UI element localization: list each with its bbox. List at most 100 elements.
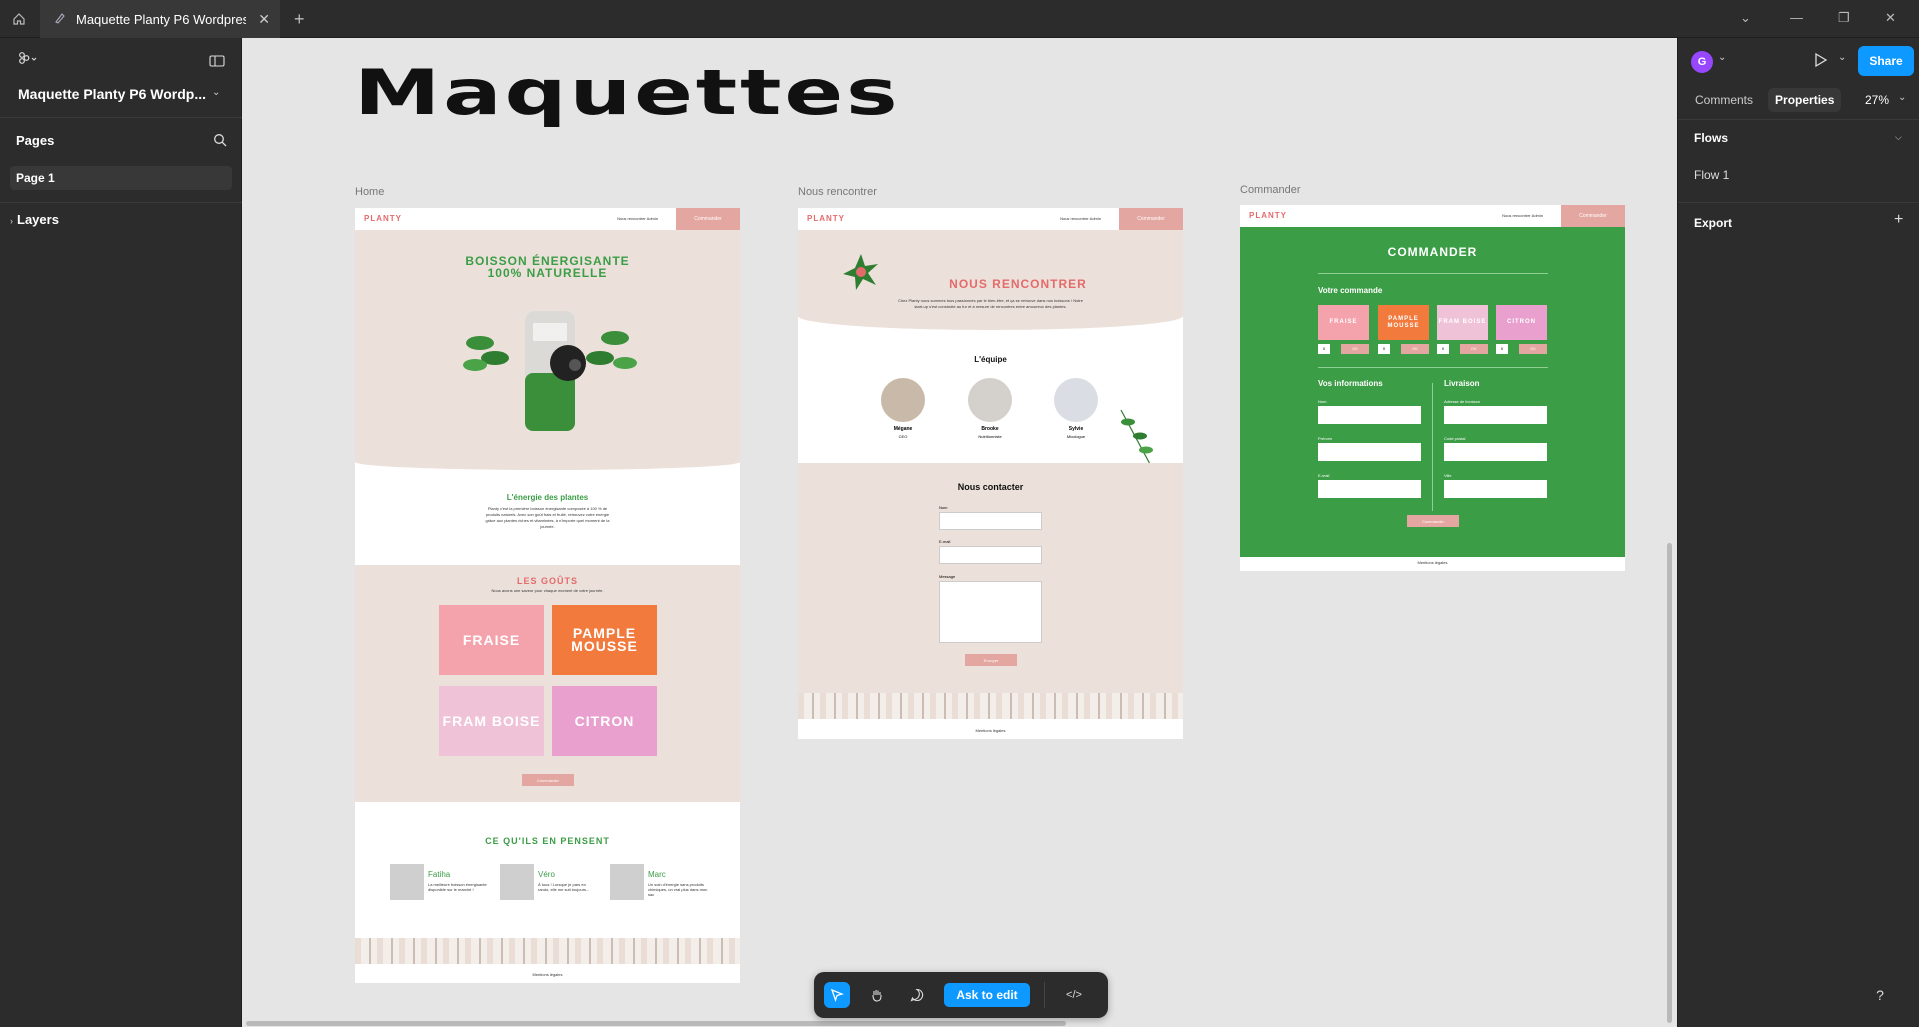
product-card-citron: CITRON (1496, 305, 1547, 340)
team-role: CEO (898, 434, 908, 439)
tab-comments[interactable]: Comments (1688, 88, 1760, 112)
qty-input: 0 (1496, 344, 1508, 354)
planty-logo: PLANTY (807, 214, 845, 223)
divider (1318, 273, 1548, 274)
flow-item[interactable]: Flow 1 (1694, 168, 1729, 182)
frame-order[interactable]: PLANTY Nous rencontrer Admin Commander C… (1240, 205, 1625, 571)
figma-file-icon (54, 12, 66, 27)
nav-order-button: Commander (676, 208, 740, 230)
help-icon[interactable]: ? (1866, 981, 1894, 1009)
review-name: Véro (538, 870, 555, 879)
qty-input: 0 (1437, 344, 1449, 354)
footer-legal: Mentions légales (975, 728, 1006, 733)
layers-header[interactable]: › Layers (10, 212, 59, 227)
message-field (939, 581, 1042, 643)
chevron-down-icon[interactable]: ⌄ (212, 87, 220, 98)
frame-nav: PLANTY Nous rencontrer Admin Commander (1240, 205, 1625, 227)
close-tab-icon[interactable]: ✕ (258, 11, 270, 28)
add-tab-icon[interactable]: + (294, 9, 305, 30)
restore-icon[interactable]: ❐ (1838, 10, 1850, 26)
chevron-down-icon[interactable]: ⌄ (1740, 10, 1751, 26)
page-item-page-1[interactable]: Page 1 (10, 166, 232, 190)
chevron-down-icon[interactable]: ⌄ (1718, 52, 1726, 63)
firstname-field (1318, 443, 1421, 461)
window-close-icon[interactable]: ✕ (1885, 10, 1896, 26)
about-intro: Chez Planty nous sommes tous passionnés … (898, 298, 1083, 309)
comment-tool-icon[interactable] (904, 982, 930, 1008)
vertical-scrollbar[interactable] (1667, 543, 1672, 1023)
hand-tool-icon[interactable] (864, 982, 890, 1008)
review-text: La meilleure boisson énergisante disponi… (428, 882, 487, 892)
cans-banner (355, 938, 740, 964)
qty-input: 0 (1378, 344, 1390, 354)
minimize-icon[interactable]: — (1790, 10, 1803, 25)
ok-button: OK (1401, 344, 1429, 354)
frame-home[interactable]: PLANTY Nous rencontrer Admin Commander B… (355, 208, 740, 983)
contact-title: Nous contacter (957, 482, 1024, 492)
field-label: Ville (1444, 473, 1452, 478)
order-subtitle: Votre commande (1318, 286, 1383, 295)
frame-about[interactable]: PLANTY Nous rencontrer Admin Commander N… (798, 208, 1183, 739)
review-text: À tous ! Lorsque je pars en rando, elle … (538, 882, 590, 892)
review-photo-vero (500, 864, 534, 900)
flavour-card-fraise: FRAISE (439, 605, 544, 675)
frame-label-order[interactable]: Commander (1240, 184, 1301, 196)
avatar[interactable]: G (1691, 51, 1713, 73)
divider (0, 117, 242, 118)
figma-menu-icon[interactable] (18, 52, 38, 71)
share-button[interactable]: Share (1858, 46, 1914, 76)
ask-to-edit-button[interactable]: Ask to edit (944, 983, 1030, 1007)
add-export-icon[interactable]: + (1894, 211, 1903, 229)
review-photo-marc (610, 864, 644, 900)
ok-button: OK (1519, 344, 1547, 354)
flavours-title: LES GOÛTS (516, 576, 578, 586)
planty-logo: PLANTY (364, 214, 402, 223)
divider (1432, 383, 1433, 511)
frame-nav: PLANTY Nous rencontrer Admin Commander (798, 208, 1183, 230)
play-icon[interactable] (1814, 52, 1828, 73)
leaf-illustration (1120, 409, 1153, 467)
search-icon[interactable] (213, 133, 227, 152)
tab-properties[interactable]: Properties (1768, 88, 1842, 112)
home-icon[interactable] (0, 0, 38, 38)
dev-mode-icon[interactable]: </> (1056, 982, 1092, 1008)
zoom-level[interactable]: 27% (1865, 93, 1889, 107)
chevron-down-icon[interactable]: ⌄ (1838, 52, 1846, 63)
canvas-title: Maquettes (354, 56, 901, 129)
field-label: Message (939, 574, 956, 579)
chevron-down-icon[interactable]: ⌄ (1898, 92, 1906, 103)
info-title: Vos informations (1318, 379, 1383, 388)
team-role: Nutritionniste (978, 434, 1002, 439)
frame-label-home[interactable]: Home (355, 186, 384, 198)
move-tool-icon[interactable] (824, 982, 850, 1008)
export-header: Export (1694, 216, 1733, 230)
footer-legal: Mentions légales (1417, 560, 1448, 565)
qty-input: 0 (1318, 344, 1330, 354)
team-title: L'équipe (974, 355, 1007, 364)
panel-toggle-icon[interactable] (209, 54, 225, 72)
field-label: Prénom (1318, 436, 1333, 441)
canvas[interactable]: Maquettes Home PLANTY Nous rencontrer Ad… (242, 38, 1677, 1027)
nav-order-button: Commander (1119, 208, 1183, 230)
horizontal-scrollbar[interactable] (246, 1021, 1066, 1026)
order-submit-button: Commander (1407, 515, 1459, 527)
file-title[interactable]: Maquette Planty P6 Wordp... (18, 86, 206, 102)
frame-label-about[interactable]: Nous rencontrer (798, 186, 877, 198)
energy-title: L'énergie des plantes (506, 493, 589, 502)
team-role: Mixologue (1066, 434, 1086, 439)
flavours-subtitle: Nous avons une saveur pour chaque moment… (491, 588, 604, 593)
divider (1678, 202, 1919, 203)
flavour-card-citron: CITRON (552, 686, 657, 756)
team-photo (1054, 378, 1098, 422)
city-field (1444, 480, 1547, 498)
field-label: Code postal (1444, 436, 1466, 441)
document-tab[interactable]: Maquette Planty P6 Wordpress ( ✕ (40, 0, 280, 38)
field-label: Adresse de livraison (1444, 399, 1481, 404)
team-name: Sylvie (1068, 426, 1084, 432)
product-card-pamplemousse: PAMPLE MOUSSE (1378, 305, 1429, 340)
flavours-section (355, 565, 740, 802)
flows-toggle-icon[interactable]: ⌵ (1895, 132, 1902, 143)
nav-links: Nous rencontrer Admin (1060, 216, 1101, 221)
cans-banner (798, 693, 1183, 719)
panel-tabs: Comments Properties (1688, 88, 1842, 112)
